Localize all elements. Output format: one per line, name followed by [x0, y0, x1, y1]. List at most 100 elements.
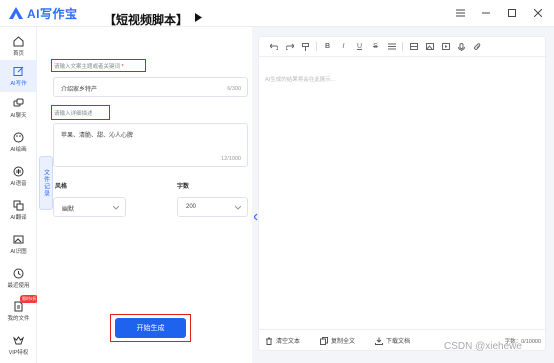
- table-icon: [409, 43, 418, 50]
- attachment-button[interactable]: [472, 41, 483, 52]
- topic-hint: 请输入文案主题或者关键词 *: [54, 62, 124, 70]
- sidebar-item-label: 首页: [12, 50, 24, 57]
- image-button[interactable]: [424, 41, 435, 52]
- editor-placeholder: AI生成的结果将会在此展示...: [265, 77, 336, 83]
- file-records-tab[interactable]: 文件记录: [39, 156, 53, 210]
- sidebar-item-label: 我的文件: [7, 315, 30, 322]
- toolbar-divider: [316, 42, 317, 51]
- palette-icon: [13, 132, 24, 142]
- sidebar-item-recent[interactable]: 最近使用: [0, 262, 37, 294]
- caret-right-icon[interactable]: [194, 13, 202, 22]
- trash-icon: [266, 337, 272, 345]
- history-icon: [13, 268, 24, 278]
- detail-textarea-value: 苹果、清脆、甜、沁人心脾: [61, 133, 134, 139]
- voice-icon: [13, 166, 24, 176]
- detail-char-count: 12/1000: [221, 156, 241, 162]
- toolbar-divider: [402, 42, 403, 51]
- style-label: 风格: [55, 184, 68, 190]
- sidebar-item-label: AI聊天: [10, 112, 27, 119]
- list-button[interactable]: [386, 41, 397, 52]
- sidebar-item-ai-writing[interactable]: AI写作: [0, 60, 37, 92]
- redo-icon: [285, 43, 294, 50]
- topic-char-count: 6/300: [227, 86, 241, 92]
- topic-input[interactable]: 介绍家乡特产 6/300: [53, 77, 248, 97]
- sidebar-item-ai-voice[interactable]: AI语音: [0, 160, 37, 192]
- copy-all-button[interactable]: 复制全文: [320, 336, 355, 345]
- menu-button[interactable]: [450, 4, 470, 22]
- sidebar-item-label: AI识图: [10, 248, 27, 255]
- sidebar-item-home[interactable]: 首页: [0, 30, 37, 62]
- audio-button[interactable]: [456, 41, 467, 52]
- generate-button[interactable]: 开始生成: [115, 318, 186, 338]
- maximize-icon: [508, 9, 516, 17]
- title-bar: AI写作宝: [0, 0, 554, 27]
- bold-icon: B: [324, 43, 331, 50]
- copy-icon: [320, 336, 328, 345]
- style-select-value: 幽默: [62, 207, 75, 213]
- italic-button[interactable]: I: [338, 41, 349, 52]
- redo-button[interactable]: [284, 41, 295, 52]
- sidebar: 首页 AI写作 AI聊天 AI绘画 AI语音 AI翻译 AI识图 最近使用 我的…: [0, 27, 37, 363]
- clear-text-button[interactable]: 清空文本: [265, 336, 300, 345]
- watermark: CSDN @xiehewe: [444, 341, 522, 352]
- menu-icon: [455, 9, 465, 17]
- word-count-label: 字数: [177, 184, 190, 190]
- logo-icon: [9, 7, 23, 19]
- word-count-select-value: 200: [186, 204, 197, 210]
- copy-all-label: 复制全文: [331, 339, 356, 345]
- audio-icon: [458, 42, 465, 51]
- chat-icon: [13, 98, 24, 106]
- italic-icon: I: [342, 43, 345, 50]
- maximize-button[interactable]: [502, 4, 522, 22]
- close-button[interactable]: [528, 4, 548, 22]
- sidebar-item-ai-translate[interactable]: AI翻译: [0, 194, 37, 226]
- underline-icon: U: [356, 43, 363, 50]
- topic-hint-text: 请输入文案主题或者关键词: [54, 64, 121, 70]
- sidebar-item-label: VIP特权: [8, 349, 29, 356]
- chevron-down-icon: [113, 205, 119, 210]
- attachment-icon: [474, 42, 481, 50]
- download-doc-label: 下载文档: [386, 339, 411, 345]
- download-doc-button[interactable]: 下载文档: [375, 336, 410, 345]
- minimize-button[interactable]: [476, 4, 496, 22]
- sidebar-item-label: AI翻译: [10, 214, 27, 221]
- underline-button[interactable]: U: [354, 41, 365, 52]
- sidebar-item-label: AI写作: [10, 80, 27, 87]
- style-select[interactable]: 幽默: [53, 197, 126, 217]
- topic-input-value: 介绍家乡特产: [61, 87, 98, 93]
- detail-textarea[interactable]: 苹果、清脆、甜、沁人心脾 12/1000: [53, 123, 248, 167]
- download-icon: [375, 337, 383, 345]
- required-mark: *: [121, 64, 124, 70]
- sidebar-item-label: AI语音: [10, 180, 27, 187]
- strikethrough-button[interactable]: S: [370, 41, 381, 52]
- sidebar-item-ai-chat[interactable]: AI聊天: [0, 92, 37, 124]
- edit-icon: [13, 66, 24, 76]
- brush-icon: [302, 42, 309, 51]
- chevron-down-icon: [235, 205, 241, 210]
- sidebar-item-ai-painting[interactable]: AI绘画: [0, 126, 37, 158]
- image-icon: [425, 43, 434, 50]
- clear-text-label: 清空文本: [276, 339, 301, 345]
- translate-icon: [13, 200, 24, 210]
- close-icon: [534, 9, 542, 17]
- editor-toolbar: B I U S: [259, 37, 547, 57]
- sidebar-item-label: AI绘画: [10, 146, 27, 153]
- sidebar-item-vip[interactable]: VIP特权: [0, 329, 37, 361]
- app-title: AI写作宝: [27, 6, 78, 21]
- vip-icon: [13, 335, 24, 344]
- detail-hint: 请输入详细描述: [54, 111, 93, 117]
- sidebar-item-ai-image-recognize[interactable]: AI识图: [0, 228, 37, 260]
- video-icon: [441, 43, 450, 50]
- strikethrough-icon: S: [373, 43, 378, 50]
- vip-discount-badge: 限时5折: [20, 295, 39, 303]
- word-count-select[interactable]: 200: [177, 197, 248, 217]
- list-icon: [387, 43, 396, 50]
- editor-panel: B I U S AI生成的结果将会在此展示... 清空文本 复制全文 下载文档 …: [258, 36, 547, 351]
- bold-button[interactable]: B: [322, 41, 333, 52]
- video-button[interactable]: [440, 41, 451, 52]
- undo-button[interactable]: [268, 41, 279, 52]
- sidebar-item-label: 最近使用: [7, 282, 30, 289]
- table-button[interactable]: [408, 41, 419, 52]
- undo-icon: [269, 43, 278, 50]
- format-painter-button[interactable]: [300, 41, 311, 52]
